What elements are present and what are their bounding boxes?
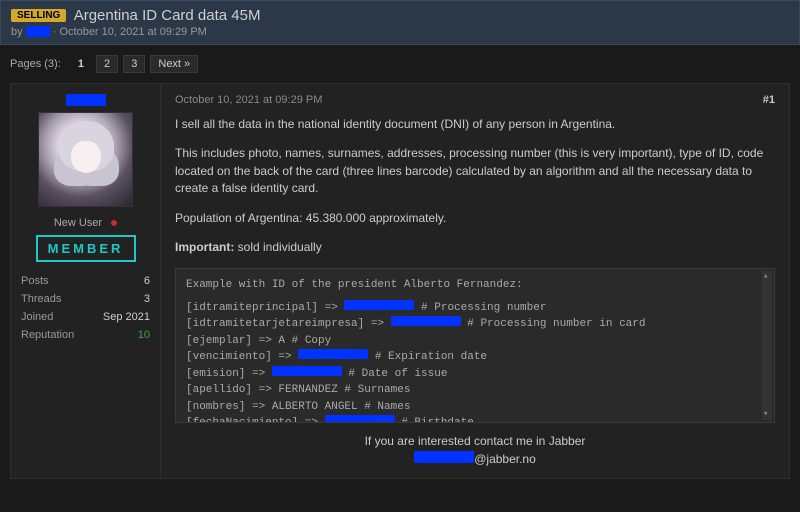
scrollbar[interactable]: [762, 271, 772, 420]
page-3[interactable]: 3: [123, 55, 145, 73]
page-2[interactable]: 2: [96, 55, 118, 73]
post-timestamp: October 10, 2021 at 09:29 PM: [175, 94, 322, 106]
page-1[interactable]: 1: [71, 56, 91, 72]
username[interactable]: xxxxx: [21, 94, 150, 106]
post-body-column: October 10, 2021 at 09:29 PM #1 I sell a…: [161, 84, 789, 478]
pages-label: Pages (3):: [10, 58, 61, 70]
pagination: Pages (3): 1 2 3 Next »: [0, 45, 800, 83]
thread-header: SELLING Argentina ID Card data 45M by xx…: [0, 0, 800, 45]
user-column: xxxxx New User MEMBER Posts6 Threads3 Jo…: [11, 84, 161, 478]
byline: by xxxx · October 10, 2021 at 09:29 PM: [11, 26, 789, 38]
jabber-redacted: xxxxxxx: [414, 451, 474, 463]
user-title: New User: [21, 217, 150, 229]
thread-title: Argentina ID Card data 45M: [74, 7, 261, 24]
post-id[interactable]: #1: [763, 94, 775, 106]
post-body: I sell all the data in the national iden…: [175, 116, 775, 468]
member-badge: MEMBER: [36, 235, 136, 262]
avatar[interactable]: [38, 112, 133, 207]
contact-info: If you are interested contact me in Jabb…: [175, 433, 775, 468]
code-block[interactable]: Example with ID of the president Alberto…: [175, 268, 775, 423]
thread-date: October 10, 2021 at 09:29 PM: [59, 26, 206, 38]
post-container: xxxxx New User MEMBER Posts6 Threads3 Jo…: [10, 83, 790, 479]
user-stats: Posts6 Threads3 JoinedSep 2021 Reputatio…: [21, 272, 150, 344]
selling-badge: SELLING: [11, 9, 66, 22]
status-dot-icon: [111, 220, 117, 226]
post-header: October 10, 2021 at 09:29 PM #1: [175, 94, 775, 106]
page-next[interactable]: Next »: [150, 55, 198, 73]
author-redacted[interactable]: xxxx: [26, 26, 50, 37]
